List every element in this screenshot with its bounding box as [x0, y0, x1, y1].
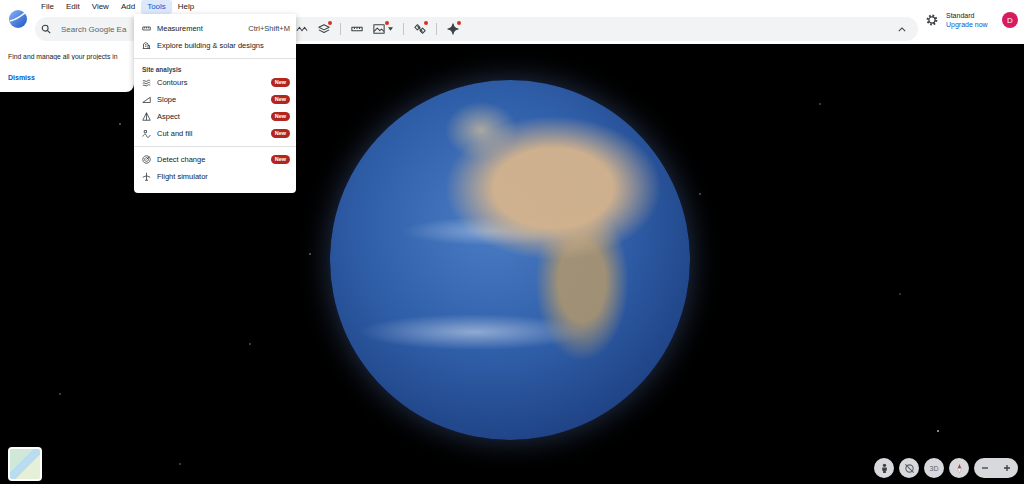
- plan-name: Standard: [946, 11, 988, 20]
- menu-item-icon: [142, 112, 151, 121]
- menu-divider: [134, 58, 296, 59]
- tools-menu-item[interactable]: Flight simulator: [134, 168, 296, 185]
- projects-notice: Find and manage all your projects in Dism…: [0, 44, 134, 92]
- new-badge: New: [271, 95, 290, 104]
- menu-item[interactable]: View: [86, 0, 115, 14]
- street-view-button[interactable]: [874, 458, 894, 478]
- new-badge-dot: [424, 21, 428, 25]
- dismiss-button[interactable]: Dismiss: [8, 74, 134, 81]
- new-badge-dot: [457, 21, 461, 25]
- tools-menu: Measurement Ctrl+Shift+M Explore building …: [134, 14, 296, 193]
- search-icon: [41, 24, 51, 34]
- toolbar-button[interactable]: [409, 18, 431, 40]
- menu-item-label: Explore building & solar designs: [157, 41, 264, 50]
- menu-item[interactable]: Tools: [141, 0, 172, 14]
- pegman-icon: [879, 463, 890, 474]
- menu-item-icon: [142, 172, 151, 181]
- toolbar-divider: [436, 23, 437, 35]
- tilt-button[interactable]: [899, 458, 919, 478]
- tilt-off-icon: [904, 463, 915, 474]
- menu-item-shortcut: Ctrl+Shift+M: [248, 24, 290, 33]
- menu-item-icon: [142, 129, 151, 138]
- toolbar-divider: [340, 23, 341, 35]
- new-badge: New: [271, 155, 290, 164]
- collapse-chevron-icon[interactable]: [898, 27, 906, 32]
- toolbar-button[interactable]: [442, 18, 464, 40]
- menu-item[interactable]: Edit: [60, 0, 86, 14]
- menu-item-label: Aspect: [157, 112, 180, 121]
- tools-menu-item[interactable]: Explore building & solar designs: [134, 37, 296, 54]
- menu-item-icon: [142, 95, 151, 104]
- upgrade-link[interactable]: Upgrade now: [946, 20, 988, 29]
- map-controls: 3D: [874, 458, 1018, 478]
- menu-bar: FileEditViewAddToolsHelp: [35, 0, 920, 14]
- menu-item[interactable]: Add: [115, 0, 141, 14]
- menu-item-icon: [142, 155, 151, 164]
- menu-item-label: Slope: [157, 95, 176, 104]
- menu-item-label: Flight simulator: [157, 172, 208, 181]
- new-badge: New: [271, 78, 290, 87]
- toolbar-button[interactable]: [346, 18, 368, 40]
- menu-item-label: Cut and fill: [157, 129, 192, 138]
- menu-item[interactable]: Help: [172, 0, 200, 14]
- account-area: StandardUpgrade now D: [920, 0, 1024, 44]
- earth-logo-icon[interactable]: [8, 9, 28, 29]
- new-badge-dot: [328, 21, 332, 25]
- new-badge-dot: [385, 21, 389, 25]
- menu-section-heading: Site analysis: [134, 63, 296, 74]
- map-style-thumbnail[interactable]: [8, 447, 42, 481]
- menu-item-icon: [142, 41, 151, 50]
- gear-icon[interactable]: [926, 14, 938, 26]
- notice-text: Find and manage all your projects in: [8, 53, 134, 60]
- tools-menu-item[interactable]: Measurement Ctrl+Shift+M: [134, 20, 296, 37]
- tools-menu-item[interactable]: Slope New: [134, 91, 296, 108]
- zoom-in-button[interactable]: [996, 458, 1018, 478]
- toolbar-divider: [403, 23, 404, 35]
- plan-info: StandardUpgrade now: [946, 11, 988, 29]
- menu-item-icon: [142, 78, 151, 87]
- menu-item-label: Contours: [157, 78, 187, 87]
- account-avatar[interactable]: D: [1002, 12, 1018, 28]
- tools-menu-item[interactable]: Aspect New: [134, 108, 296, 125]
- zoom-out-button[interactable]: [974, 458, 996, 478]
- dropdown-caret-icon: [388, 27, 393, 31]
- new-badge: New: [271, 129, 290, 138]
- menu-item[interactable]: File: [35, 0, 60, 14]
- toolbar-button[interactable]: [368, 18, 398, 40]
- toolbar-icon: [351, 23, 363, 35]
- menu-item-label: Measurement: [157, 24, 203, 33]
- earth-globe[interactable]: [330, 80, 690, 440]
- new-badge: New: [271, 112, 290, 121]
- toolbar-icon: [296, 23, 308, 35]
- menu-item-label: Detect change: [157, 155, 205, 164]
- plus-icon: [1002, 463, 1012, 473]
- menu-divider: [134, 146, 296, 147]
- 3d-toggle-button[interactable]: 3D: [924, 458, 944, 478]
- logo-area: [0, 0, 35, 44]
- minus-icon: [980, 463, 990, 473]
- tools-menu-item[interactable]: Contours New: [134, 74, 296, 91]
- tools-menu-item[interactable]: Detect change New: [134, 151, 296, 168]
- tools-menu-item[interactable]: Cut and fill New: [134, 125, 296, 142]
- compass-button[interactable]: [949, 458, 969, 478]
- toolbar-button[interactable]: [313, 18, 335, 40]
- toolbar-icon: [373, 23, 385, 35]
- compass-icon: [954, 463, 965, 474]
- zoom-control: [974, 458, 1018, 478]
- google-earth-app: FileEditViewAddToolsHelpSearch Google Ea…: [0, 0, 1024, 484]
- menu-item-icon: [142, 24, 151, 33]
